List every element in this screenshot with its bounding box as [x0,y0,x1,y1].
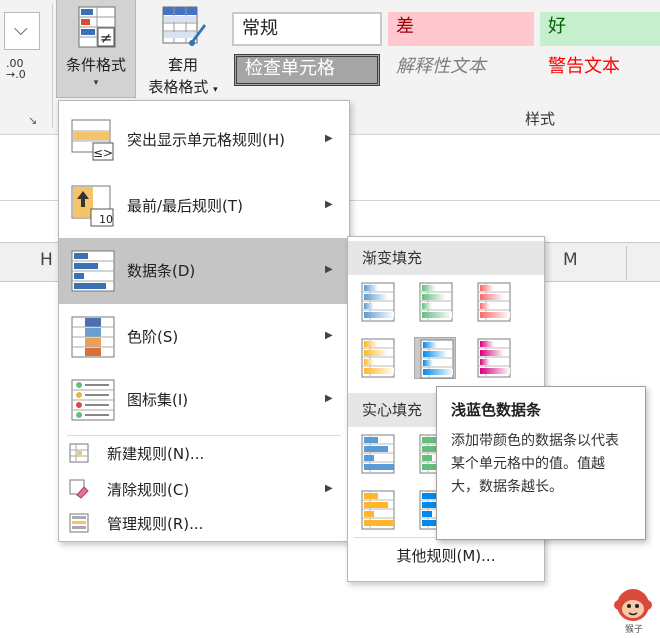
eraser-icon [69,479,89,499]
data-bar-orange-solid[interactable] [356,489,398,531]
tooltip-body: 添加带颜色的数据条以代表某个单元格中的值。值越大，数据条越长。 [451,433,619,495]
chevron-right-icon: ▶ [325,199,333,210]
menu-item-label: 数据条(D) [127,262,196,280]
data-bar-blue-gradient[interactable] [356,281,398,323]
menu-item-label: 清除规则(C) [107,481,190,499]
color-scales-icon [71,316,115,358]
menu-item-manage-rules[interactable]: 管理规则(R)... [59,505,349,541]
chevron-right-icon: ▶ [325,264,333,275]
chevron-right-icon: ▶ [325,393,333,404]
format-as-table-label-line1: 套用 [167,56,198,74]
chevron-right-icon: ▶ [325,133,333,144]
number-format-dropdown[interactable]: ⌵ [4,12,40,50]
menu-item-new-rule[interactable]: 新建规则(N)... [59,435,349,471]
data-bar-light-blue-gradient[interactable] [414,337,456,379]
top10-badge: 10 [99,213,113,226]
data-bar-red-gradient[interactable] [472,281,514,323]
menu-item-icon-sets[interactable]: 图标集(I) ▶ [59,367,349,433]
data-bar-purple-gradient[interactable] [472,337,514,379]
conditional-format-label: 条件格式 [65,56,126,74]
conditional-format-icon: ≠ [78,6,116,48]
more-rules-link[interactable]: 其他规则(M)... [348,545,544,566]
style-normal[interactable]: 常规 [232,12,382,46]
menu-item-label: 图标集(I) [127,391,189,409]
menu-item-label: 最前/最后规则(T) [127,197,243,215]
chevron-right-icon: ▶ [325,330,333,341]
data-bar-blue-solid[interactable] [356,433,398,475]
menu-item-label: 突出显示单元格规则(H) [127,131,285,149]
tooltip: 浅蓝色数据条 添加带颜色的数据条以代表某个单元格中的值。值越大，数据条越长。 [436,386,646,540]
data-bar-orange-gradient[interactable] [356,337,398,379]
menu-item-label: 管理规则(R)... [107,515,204,533]
gradient-fill-header: 渐变填充 [348,241,544,275]
chevron-right-icon: ▶ [325,483,333,494]
menu-item-data-bars[interactable]: 数据条(D) ▶ [59,238,349,304]
menu-item-color-scales[interactable]: 色阶(S) ▶ [59,304,349,370]
svg-text:≤>: ≤> [93,146,113,160]
menu-item-clear-rules[interactable]: 清除规则(C) ▶ [59,471,349,507]
style-bad[interactable]: 差 [388,12,534,46]
chevron-down-icon: ▾ [213,85,218,95]
svg-text:≠: ≠ [100,29,113,47]
column-header-h[interactable]: H [40,250,53,270]
column-divider [626,246,627,280]
ribbon-separator [52,4,53,128]
format-as-table-icon [162,6,206,46]
menu-item-label: 色阶(S) [127,328,179,346]
menu-item-highlight-rules[interactable]: ≤> 突出显示单元格规则(H) ▶ [59,107,349,173]
column-header-m[interactable]: M [563,250,578,270]
data-bars-icon [71,250,115,292]
menu-item-label: 新建规则(N)... [107,445,205,463]
format-as-table-button[interactable]: 套用 表格格式 ▾ [138,0,228,98]
icon-sets-icon [71,379,115,421]
decrease-decimal-button[interactable]: .00 →.0 [6,58,26,80]
styles-group-label: 样式 [524,110,555,128]
highlight-cells-icon: ≤> [71,119,114,161]
style-check-cell[interactable]: 检查单元格 [234,54,380,86]
style-explanatory[interactable]: 解释性文本 [388,52,534,86]
conditional-format-button[interactable]: ≠ 条件格式 ▾ [56,0,136,98]
format-as-table-label-line2: 表格格式 ▾ [148,78,218,96]
dialog-launcher-icon[interactable]: ↘ [28,114,37,127]
chevron-down-icon: ⌵ [14,19,28,40]
tooltip-title: 浅蓝色数据条 [451,401,542,419]
new-rule-icon [69,443,89,463]
data-bar-green-gradient[interactable] [414,281,456,323]
style-warning[interactable]: 警告文本 [540,52,660,86]
watermark-text: 猴子 [624,625,643,635]
chevron-down-icon: ▾ [93,78,99,88]
menu-item-top-bottom-rules[interactable]: 10 最前/最后规则(T) ▶ [59,173,349,239]
manage-rules-icon [69,513,89,533]
style-good[interactable]: 好 [540,12,660,46]
conditional-format-menu: ≤> 突出显示单元格规则(H) ▶ 10 最前/最后规则(T) ▶ 数据条(D)… [58,100,350,542]
